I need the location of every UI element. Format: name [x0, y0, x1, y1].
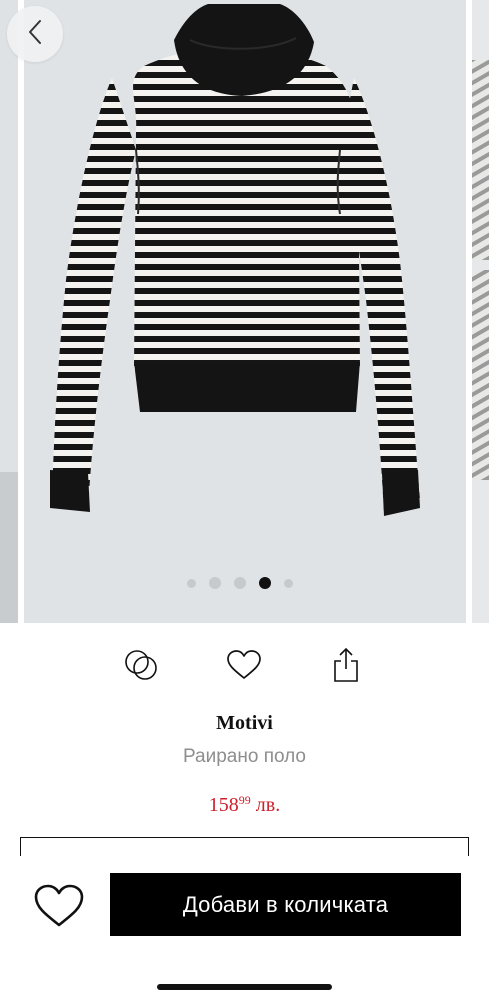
chevron-left-icon [27, 19, 43, 50]
product-brand[interactable]: Motivi [0, 712, 489, 735]
product-image-gallery[interactable] [0, 0, 489, 623]
gallery-pagination [187, 576, 306, 590]
overlapping-circles-icon [123, 647, 159, 688]
price-main: 158 [208, 794, 239, 816]
product-actions [0, 645, 489, 693]
price-currency: лв. [255, 794, 281, 816]
product-image[interactable] [24, 0, 466, 623]
heart-icon [33, 883, 85, 934]
back-button[interactable] [7, 6, 63, 62]
bottom-action-bar: Добави в количката [0, 856, 489, 999]
pagination-dot[interactable] [209, 577, 221, 589]
share-icon [331, 647, 361, 688]
previous-image-peek[interactable] [0, 0, 18, 623]
product-name: Раирано поло [183, 746, 306, 767]
pagination-dot[interactable] [187, 578, 196, 588]
size-selector-box[interactable] [20, 837, 469, 858]
heart-icon [226, 649, 262, 686]
favorite-button[interactable] [222, 645, 266, 689]
share-button[interactable] [324, 645, 368, 689]
compare-button[interactable] [119, 645, 163, 689]
next-image-peek[interactable] [472, 0, 489, 623]
pagination-dot-active[interactable] [259, 577, 271, 589]
price-cents: 99 [238, 793, 251, 807]
home-indicator[interactable] [157, 984, 332, 990]
pagination-dot[interactable] [234, 577, 246, 589]
product-price: 15899 лв. [0, 793, 489, 817]
pagination-dot[interactable] [284, 578, 293, 588]
add-to-cart-button[interactable]: Добави в количката [110, 873, 461, 936]
favorite-button-large[interactable] [30, 882, 88, 934]
